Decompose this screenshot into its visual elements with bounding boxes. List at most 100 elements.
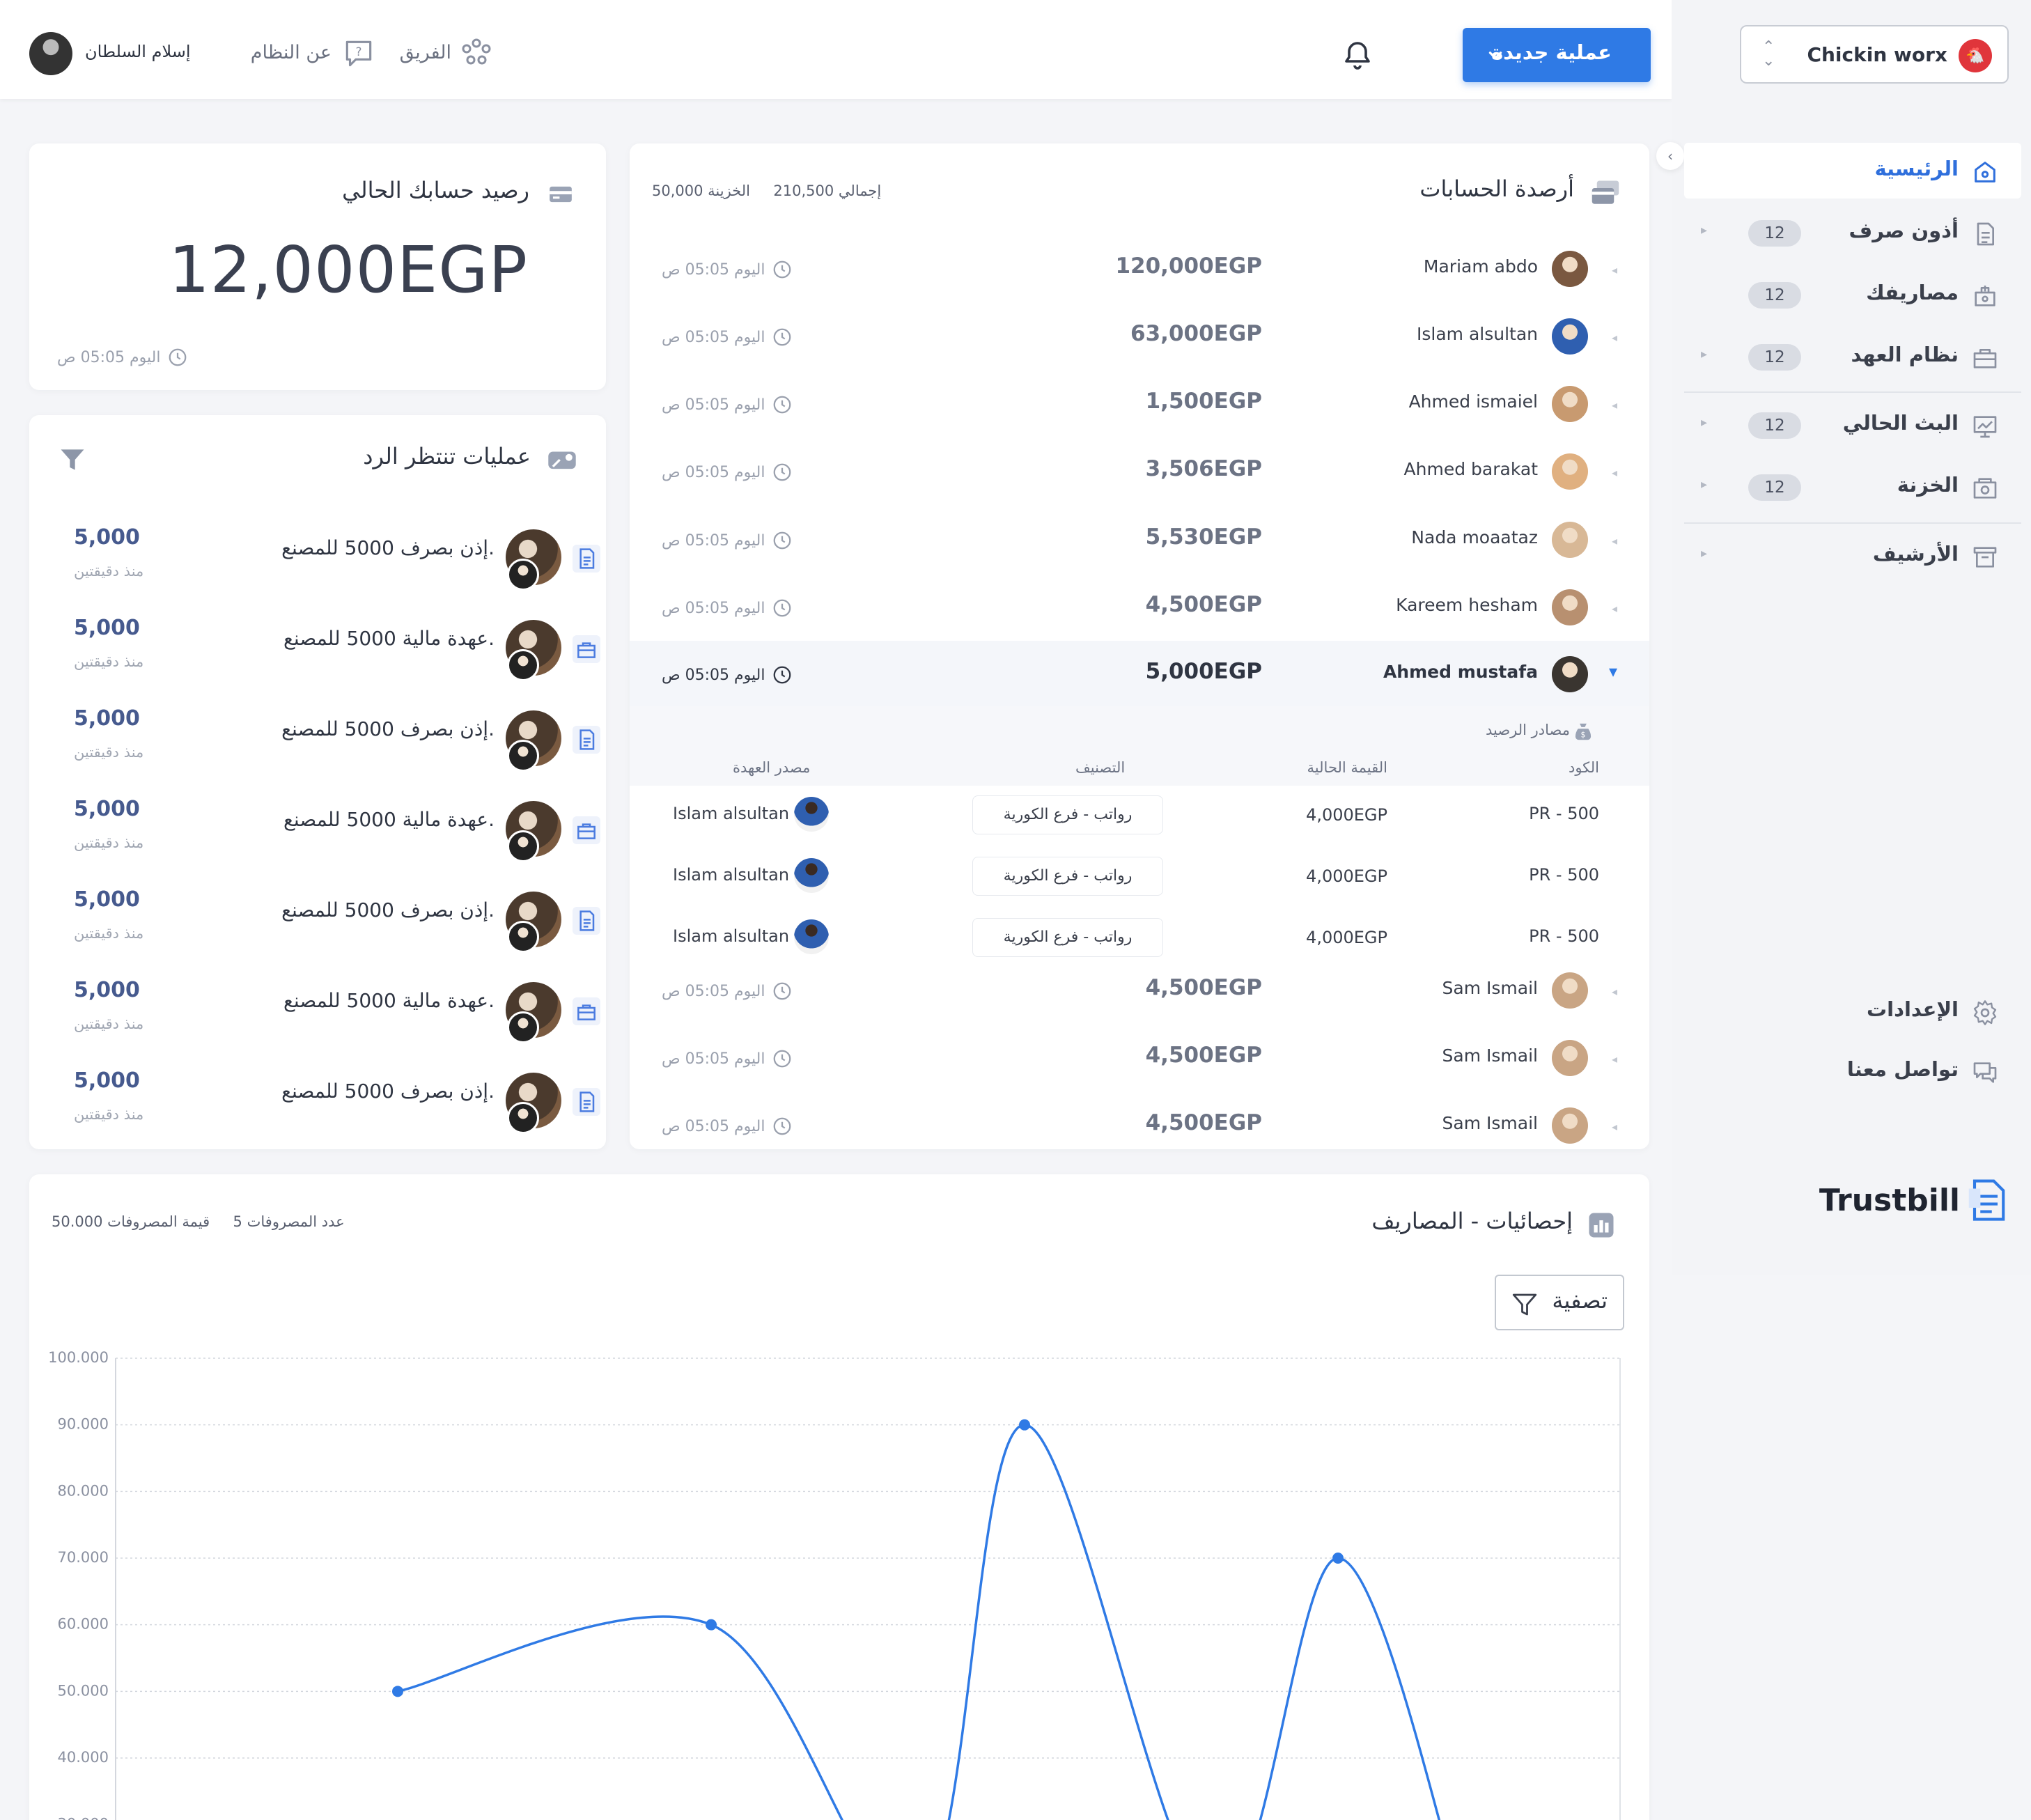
caret-down-icon[interactable]: ▾: [1609, 662, 1617, 681]
source-row: PR - 500 4,000EGP رواتب - فرع الكورية Islam…: [630, 786, 1649, 847]
account-avatar: [1552, 1107, 1588, 1144]
caret-left-icon[interactable]: ◂: [1612, 263, 1617, 277]
code-header: الكود: [1568, 759, 1599, 776]
filter-button[interactable]: تصفية: [1495, 1275, 1624, 1330]
timestamp-label: اليوم 05:05 ص: [662, 531, 765, 550]
account-row[interactable]: ◂ Sam Ismail 4,500EGP اليوم 05:05 ص: [630, 957, 1649, 1024]
pending-item[interactable]: 5,000 منذ دقيقتين إذن بصرف 5000 للمصنع.: [29, 518, 606, 609]
account-row[interactable]: ◂ Islam alsultan 63,000EGP اليوم 05:05 ص: [630, 303, 1649, 370]
data-point: [392, 1686, 403, 1697]
data-point: [1332, 1553, 1344, 1564]
account-timestamp: اليوم 05:05 ص: [662, 664, 793, 685]
organization-selector[interactable]: 🐔 Chickin worx ⌃ ⌄: [1740, 25, 2009, 84]
account-amount: 5,000EGP: [1145, 659, 1262, 684]
expand-arrow-icon[interactable]: ▸: [1701, 477, 1707, 492]
account-row[interactable]: ◂ Sam Ismail 4,500EGP اليوم 05:05 ص: [630, 1025, 1649, 1091]
sidebar-item-archive[interactable]: الأرشيف ▸: [1684, 528, 2021, 584]
archive-icon: [1973, 547, 1997, 568]
pending-item[interactable]: 5,000 منذ دقيقتين عهدة مالية 5000 للمصنع.: [29, 609, 606, 699]
credit-card-icon: [550, 186, 572, 203]
source-value: 4,000EGP: [1306, 928, 1387, 947]
briefcase-icon: [573, 635, 600, 663]
timestamp-label: اليوم 05:05 ص: [662, 328, 765, 346]
account-name: Mariam abdo: [1423, 256, 1538, 277]
expense-count-value: 5: [233, 1213, 242, 1230]
approver-avatar: [507, 649, 539, 681]
caret-left-icon[interactable]: ◂: [1612, 985, 1617, 998]
pending-item[interactable]: 5,000 منذ دقيقتين إذن بصرف 5000 للمصنع.: [29, 880, 606, 971]
account-row[interactable]: ◂ Sam Ismail 4,500EGP اليوم 05:05 ص: [630, 1092, 1649, 1149]
account-name: Ahmed mustafa: [1383, 662, 1538, 682]
team-link[interactable]: الفريق: [396, 36, 493, 71]
pending-time-ago: منذ دقيقتين: [74, 1106, 144, 1123]
pending-description: عهدة مالية 5000 للمصنع.: [283, 808, 495, 831]
funnel-icon[interactable]: [57, 444, 88, 475]
about-system-link[interactable]: عن النظام ?: [244, 36, 376, 71]
user-avatar[interactable]: [29, 32, 72, 75]
sidebar-item-contact[interactable]: تواصل معنا: [1684, 1043, 2021, 1099]
caret-left-icon[interactable]: ◂: [1612, 466, 1617, 479]
new-operation-button[interactable]: عملية جديدة: [1463, 28, 1651, 82]
clock-icon: [774, 328, 791, 346]
document-icon: [573, 545, 600, 573]
pending-item[interactable]: 5,000 منذ دقيقتين عهدة مالية 5000 للمصنع.: [29, 790, 606, 880]
caret-left-icon[interactable]: ◂: [1612, 331, 1617, 344]
account-name: Kareem hesham: [1396, 595, 1538, 615]
svg-text:?: ?: [356, 45, 362, 59]
account-row[interactable]: ▾ Ahmed mustafa 5,000EGP اليوم 05:05 ص: [630, 641, 1649, 708]
account-row[interactable]: ◂ Nada moaataz 5,530EGP اليوم 05:05 ص: [630, 506, 1649, 573]
account-row[interactable]: ◂ Ahmed barakat 3,506EGP اليوم 05:05 ص: [630, 438, 1649, 505]
accounts-summary: إجمالي 210,500 الخزينة 50,000: [652, 182, 881, 199]
expand-arrow-icon[interactable]: ▸: [1701, 546, 1707, 561]
sidebar-item-home[interactable]: الرئيسية: [1684, 143, 2021, 199]
expand-arrow-icon[interactable]: ▸: [1701, 415, 1707, 430]
sidebar-item-label: تواصل معنا: [1846, 1057, 1959, 1081]
expand-arrow-icon[interactable]: ▸: [1701, 223, 1707, 238]
y-tick-label: 50.000: [58, 1682, 109, 1699]
user-name[interactable]: إسلام السلطان: [85, 42, 191, 61]
account-name: Ahmed ismaiel: [1408, 391, 1538, 412]
caret-left-icon[interactable]: ◂: [1612, 1052, 1617, 1066]
account-row[interactable]: ◂ Kareem hesham 4,500EGP اليوم 05:05 ص: [630, 574, 1649, 641]
pending-time-ago: منذ دقيقتين: [74, 744, 144, 761]
new-operation-label: عملية جديدة: [1491, 40, 1612, 64]
sidebar-item-label: الأرشيف: [1872, 542, 1959, 566]
pending-item[interactable]: 5,000 منذ دقيقتين إذن بصرف 5000 للمصنع.: [29, 1061, 606, 1152]
money-bag-icon: $: [1575, 723, 1592, 740]
expense-count-label: عدد المصروفات: [247, 1213, 345, 1230]
caret-left-icon[interactable]: ◂: [1612, 602, 1617, 615]
pending-item[interactable]: 5,000 منذ دقيقتين عهدة مالية 5000 للمصنع.: [29, 971, 606, 1061]
pending-time-ago: منذ دقيقتين: [74, 1016, 144, 1032]
account-row[interactable]: ◂ Mariam abdo 120,000EGP اليوم 05:05 ص: [630, 235, 1649, 302]
sort-arrows-icon: ⌃ ⌄: [1762, 38, 1775, 70]
balance-sources-panel: مصادر الرصيد $ الكود القيمة الحالية التص…: [630, 706, 1649, 958]
account-row[interactable]: ◂ Ahmed ismaiel 1,500EGP اليوم 05:05 ص: [630, 371, 1649, 437]
count-badge: 12: [1748, 220, 1801, 247]
collapse-sidebar-button[interactable]: ‹: [1656, 142, 1684, 170]
filter-label: تصفية: [1552, 1287, 1608, 1314]
caret-left-icon[interactable]: ◂: [1612, 398, 1617, 412]
sidebar-item-custody-system[interactable]: نظام العهد 12 ▸: [1684, 329, 2021, 384]
account-timestamp: اليوم 05:05 ص: [662, 530, 793, 551]
sidebar-item-expenses[interactable]: مصاريفك 12: [1684, 267, 2021, 322]
caret-left-icon[interactable]: ◂: [1612, 534, 1617, 547]
pending-amount: 5,000: [74, 978, 140, 1002]
caret-left-icon[interactable]: ◂: [1612, 1120, 1617, 1133]
pending-item[interactable]: 5,000 منذ دقيقتين إذن بصرف 5000 للمصنع.: [29, 699, 606, 790]
bar-chart-icon: [1589, 1213, 1614, 1238]
clock-icon: [774, 531, 791, 550]
expand-arrow-icon[interactable]: ▸: [1701, 347, 1707, 361]
sidebar-item-settings[interactable]: الإعدادات: [1684, 983, 2021, 1039]
document-icon: [573, 907, 600, 935]
sidebar-item-live[interactable]: البث الحالي 12 ▸: [1684, 397, 2021, 453]
account-timestamp: اليوم 05:05 ص: [662, 462, 793, 483]
gear-icon: [1973, 1000, 1997, 1025]
pending-amount: 5,000: [74, 616, 140, 640]
bell-icon[interactable]: [1341, 39, 1374, 72]
sidebar-item-treasury[interactable]: الخزنة 12 ▸: [1684, 459, 2021, 515]
account-amount: 4,500EGP: [1145, 1110, 1262, 1135]
expense-statistics-card: إحصائيات - المصاريف عدد المصروفات 5 قيمة…: [29, 1174, 1649, 1820]
sidebar-item-disbursement-permits[interactable]: أذون صرف 12 ▸: [1684, 205, 2021, 260]
treasury-value: 50,000: [652, 182, 703, 199]
account-amount: 63,000EGP: [1130, 321, 1262, 346]
